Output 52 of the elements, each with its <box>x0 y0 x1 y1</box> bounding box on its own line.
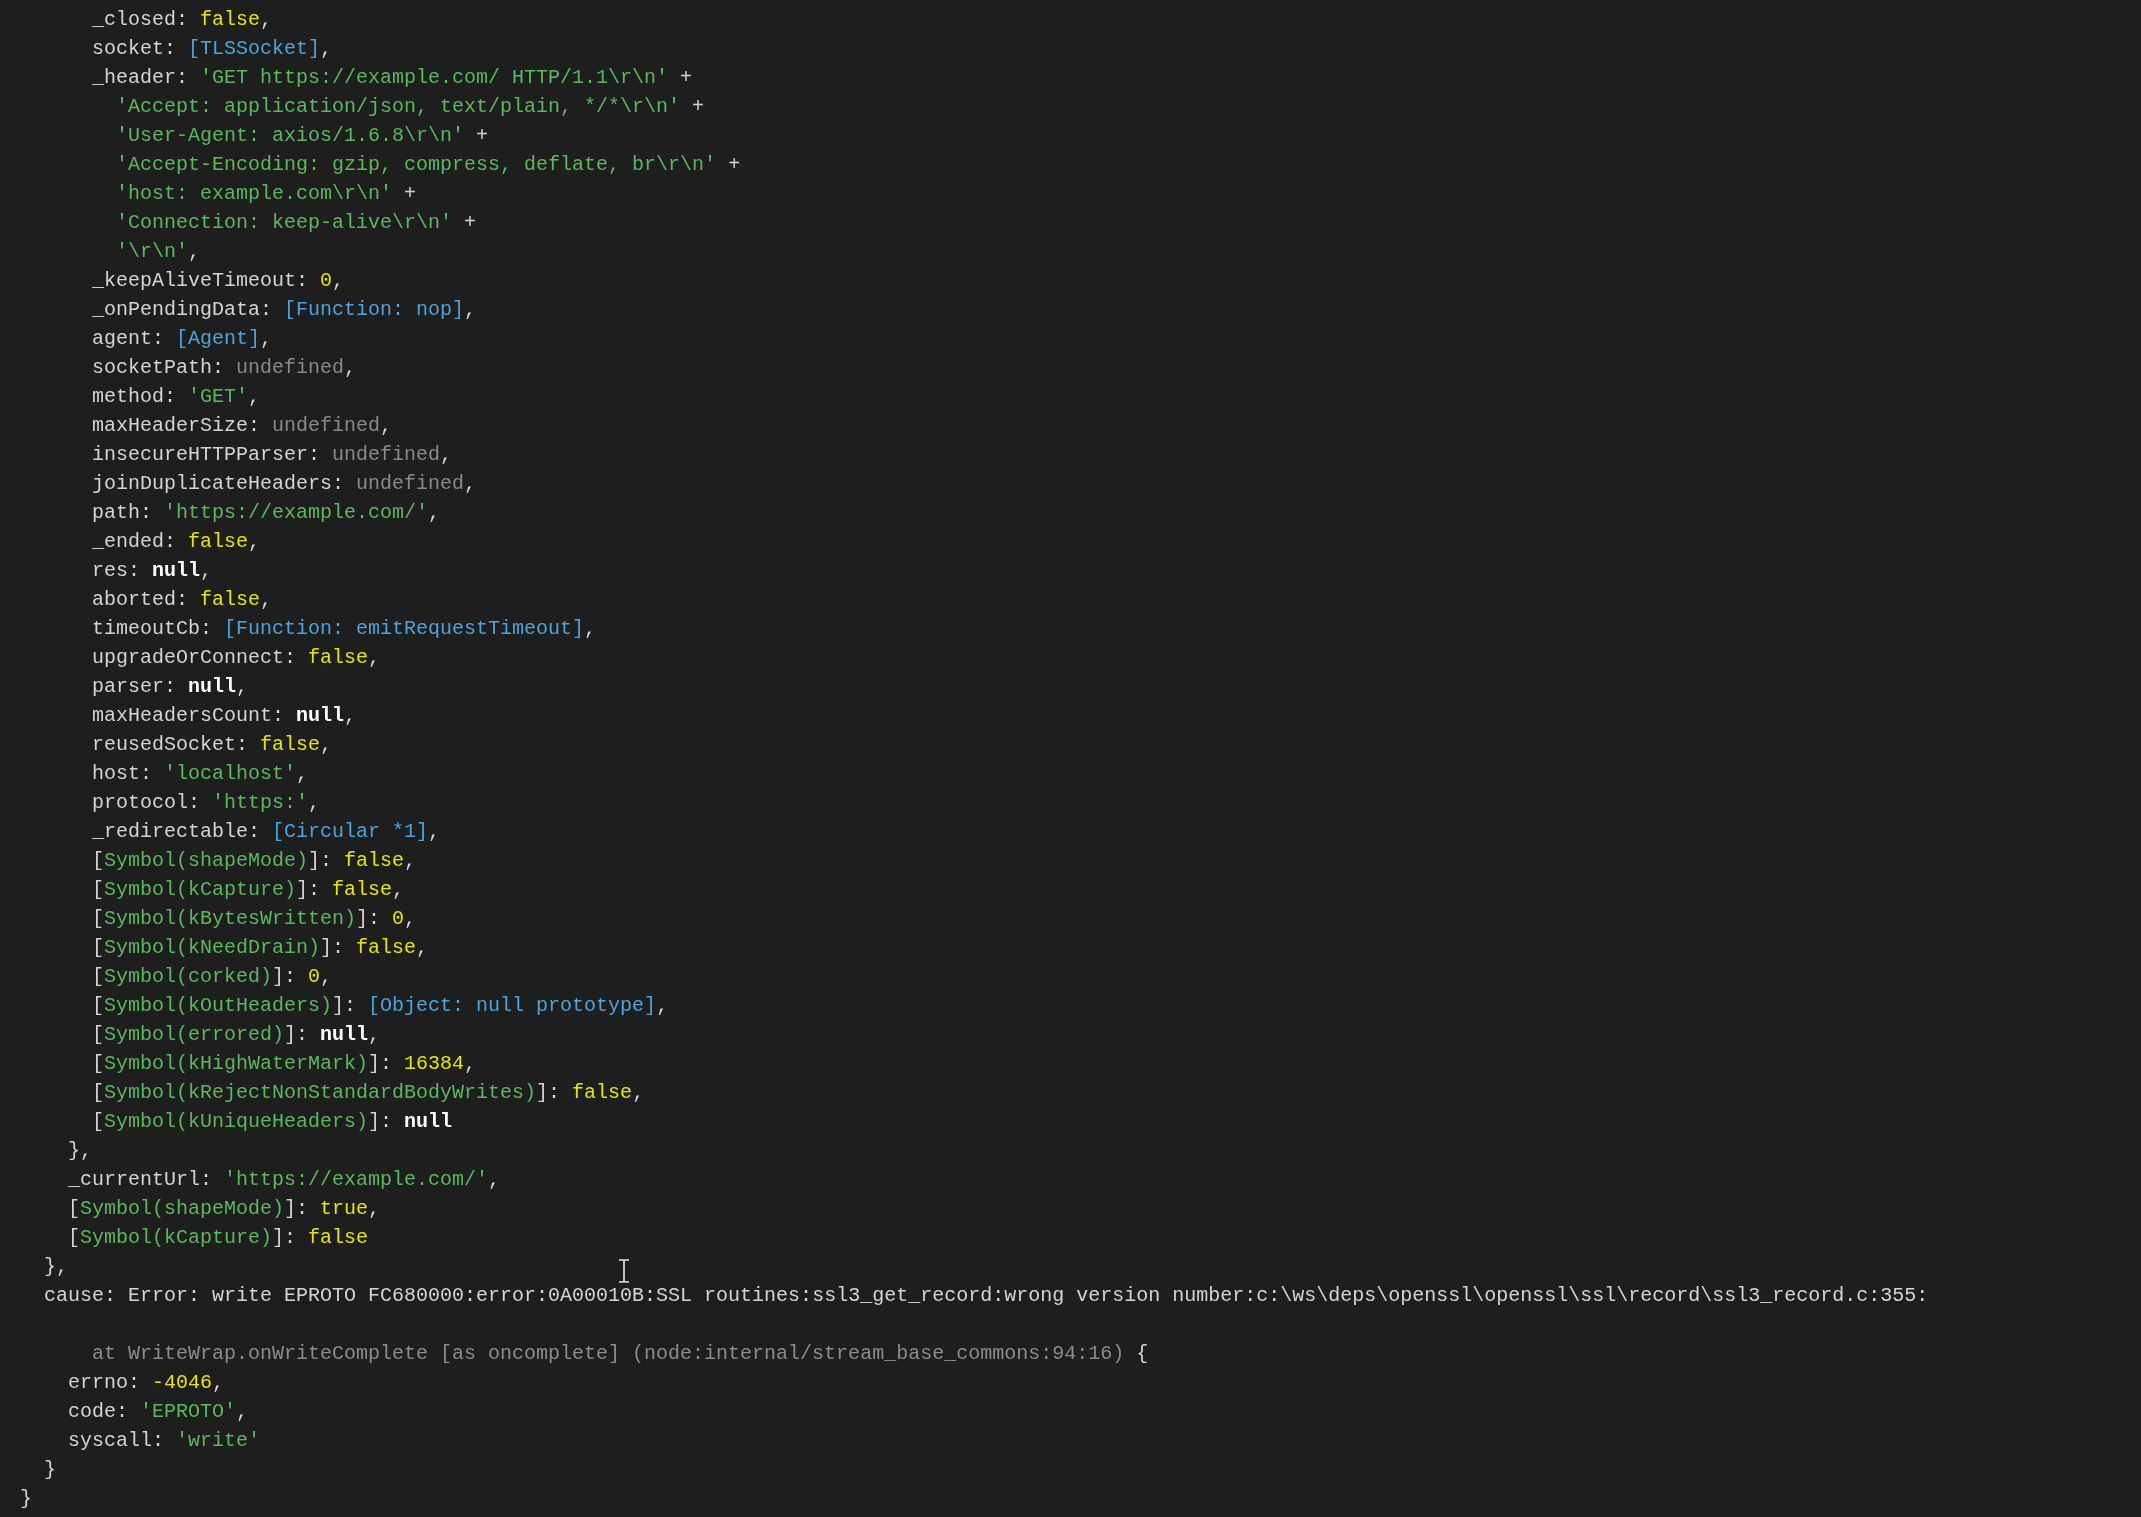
code-line: 'host: example.com\r\n' + <box>116 182 417 205</box>
code-line: [Symbol(shapeMode)]: true, <box>68 1197 381 1220</box>
code-line: [Symbol(kCapture)]: false <box>68 1226 369 1249</box>
code-line: [Symbol(kRejectNonStandardBodyWrites)]: false, <box>92 1081 645 1104</box>
code-line: method: 'GET', <box>92 385 261 408</box>
code-line: 'Accept-Encoding: gzip, compress, deflate, br\r\n' + <box>116 153 741 176</box>
code-line: timeoutCb: [Function: emitRequestTimeout], <box>92 617 597 640</box>
code-line: _currentUrl: 'https://example.com/', <box>68 1168 501 1191</box>
code-line: socketPath: undefined, <box>92 356 357 379</box>
code-line: [Symbol(errored)]: null, <box>92 1023 381 1046</box>
code-line: }, <box>44 1255 68 1278</box>
code-line: [Symbol(kOutHeaders)]: [Object: null prototype], <box>92 994 669 1017</box>
code-line: '\r\n', <box>116 240 201 263</box>
code-line: _redirectable: [Circular *1], <box>92 820 441 843</box>
code-line: insecureHTTPParser: undefined, <box>92 443 453 466</box>
code-line: host: 'localhost', <box>92 762 309 785</box>
code-line: res: null, <box>92 559 213 582</box>
code-line: _onPendingData: [Function: nop], <box>92 298 477 321</box>
code-line: protocol: 'https:', <box>92 791 321 814</box>
code-line: syscall: 'write' <box>68 1429 261 1452</box>
code-line: code: 'EPROTO', <box>68 1400 249 1423</box>
code-line: [Symbol(kNeedDrain)]: false, <box>92 936 429 959</box>
code-line: }, <box>68 1139 92 1162</box>
code-line: [Symbol(shapeMode)]: false, <box>92 849 417 872</box>
code-line: [Symbol(kUniqueHeaders)]: null <box>92 1110 453 1133</box>
code-line: _ended: false, <box>92 530 261 553</box>
code-line: agent: [Agent], <box>92 327 273 350</box>
text-cursor-icon <box>617 1259 631 1283</box>
code-line: at WriteWrap.onWriteComplete [as oncomplete] (node:internal/stream_base_commons:94:16) { <box>92 1342 1149 1365</box>
code-line: cause: Error: write EPROTO FC680000:error:0A00010B:SSL routines:ssl3_get_record:wrong version number:c:\ws\deps\openssl\openssl\ssl\record\ssl3_record.c:355: <box>44 1284 1929 1307</box>
code-line: 'Accept: application/json, text/plain, */*\r\n' + <box>116 95 705 118</box>
code-line: _header: 'GET https://example.com/ HTTP/1.1\r\n' + <box>92 66 693 89</box>
code-line: path: 'https://example.com/', <box>92 501 441 524</box>
code-line: [Symbol(kBytesWritten)]: 0, <box>92 907 417 930</box>
code-line: socket: [TLSSocket], <box>92 37 333 60</box>
code-line: [Symbol(kCapture)]: false, <box>92 878 405 901</box>
code-line: [Symbol(kHighWaterMark)]: 16384, <box>92 1052 477 1075</box>
code-line: _closed: false, <box>92 8 273 31</box>
code-line: } <box>20 1487 32 1510</box>
code-line: joinDuplicateHeaders: undefined, <box>92 472 477 495</box>
code-line: parser: null, <box>92 675 249 698</box>
code-line: maxHeadersCount: null, <box>92 704 357 727</box>
code-line: 'Connection: keep-alive\r\n' + <box>116 211 477 234</box>
code-line: _keepAliveTimeout: 0, <box>92 269 345 292</box>
code-line: aborted: false, <box>92 588 273 611</box>
code-line: reusedSocket: false, <box>92 733 333 756</box>
code-line: [Symbol(corked)]: 0, <box>92 965 333 988</box>
code-line: errno: -4046, <box>68 1371 225 1394</box>
code-line: } <box>44 1458 56 1481</box>
code-line: maxHeaderSize: undefined, <box>92 414 393 437</box>
code-line: upgradeOrConnect: false, <box>92 646 381 669</box>
code-line: 'User-Agent: axios/1.6.8\r\n' + <box>116 124 489 147</box>
